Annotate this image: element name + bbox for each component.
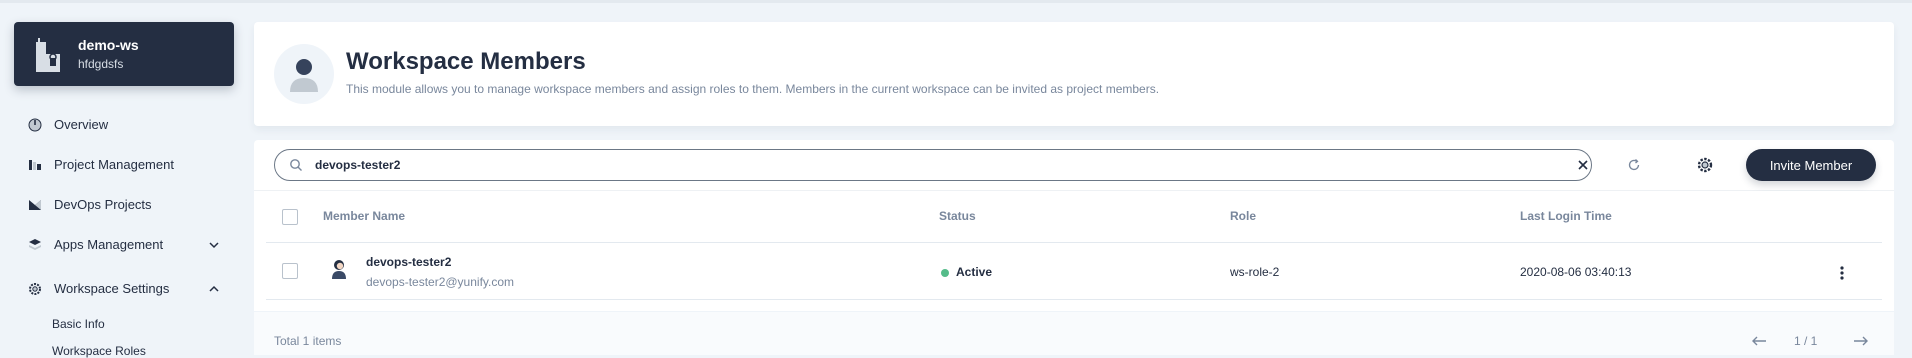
arrow-left-icon[interactable] <box>1750 334 1768 348</box>
gear-icon <box>29 283 41 295</box>
workspace-name: demo-ws <box>78 37 139 53</box>
dashboard-icon <box>28 118 42 132</box>
members-toolbar: Invite Member <box>254 140 1894 191</box>
top-divider <box>0 0 1912 3</box>
status-badge: Active <box>956 265 993 279</box>
sidebar-item-project-management[interactable]: Project Management <box>26 153 226 177</box>
sidebar-item-workspace-settings[interactable]: Workspace Settings <box>26 277 226 301</box>
row-checkbox[interactable] <box>282 263 298 279</box>
page-indicator: 1 / 1 <box>1794 334 1818 348</box>
page-title: Workspace Members <box>346 48 586 75</box>
table-footer: Total 1 items 1 / 1 <box>254 312 1894 355</box>
column-header-last-login-time[interactable]: Last Login Time <box>1520 209 1612 223</box>
total-items: Total 1 items <box>274 334 342 348</box>
workspace-card[interactable]: demo-ws hfdgdsfs <box>14 22 234 86</box>
row-divider <box>266 299 1882 300</box>
member-name[interactable]: devops-tester2 <box>366 255 451 269</box>
gear-icon[interactable] <box>1696 156 1714 174</box>
invite-member-button[interactable]: Invite Member <box>1746 149 1876 181</box>
select-all-checkbox[interactable] <box>282 209 298 225</box>
sidebar-item-apps-management[interactable]: Apps Management <box>26 233 226 257</box>
project-icon <box>29 160 41 170</box>
status-dot-icon <box>941 269 949 277</box>
sidebar-item-overview[interactable]: Overview <box>26 113 226 137</box>
member-email: devops-tester2@yunify.com <box>366 275 515 289</box>
search-input[interactable] <box>315 155 1545 175</box>
arrow-right-icon[interactable] <box>1852 334 1870 348</box>
chevron-up-icon[interactable] <box>208 283 220 295</box>
search-box[interactable] <box>274 149 1592 181</box>
devops-icon <box>29 200 41 210</box>
column-header-status[interactable]: Status <box>939 209 976 223</box>
more-vertical-icon[interactable] <box>1834 265 1850 281</box>
workspace-description: hfdgdsfs <box>78 57 124 71</box>
sidebar-item-label: Overview <box>54 117 109 132</box>
column-header-role[interactable]: Role <box>1230 209 1256 223</box>
refresh-icon[interactable] <box>1626 157 1642 173</box>
header-divider <box>266 242 1882 243</box>
member-role: ws-role-2 <box>1230 265 1280 279</box>
sidebar-item-label: Apps Management <box>54 237 164 252</box>
sidebar-item-label: DevOps Projects <box>54 197 152 212</box>
close-icon[interactable] <box>1577 159 1589 171</box>
column-header-member-name[interactable]: Member Name <box>323 209 405 223</box>
page-description: This module allows you to manage workspa… <box>346 82 1160 96</box>
sidebar-item-label: Workspace Settings <box>54 281 170 296</box>
workspace-building-icon <box>36 38 60 72</box>
avatar <box>332 260 346 279</box>
page-header: Workspace Members This module allows you… <box>254 22 1894 126</box>
sidebar-subitem-basic-info[interactable]: Basic Info <box>52 317 105 331</box>
chevron-down-icon[interactable] <box>208 239 220 251</box>
sidebar-item-devops-projects[interactable]: DevOps Projects <box>26 193 226 217</box>
sidebar-item-label: Project Management <box>54 157 174 172</box>
member-avatar-icon <box>274 44 334 104</box>
apps-icon <box>29 239 41 250</box>
last-login-time: 2020-08-06 03:40:13 <box>1520 265 1632 279</box>
sidebar-subitem-workspace-roles[interactable]: Workspace Roles <box>52 344 146 358</box>
members-table: Member Name Status Role Last Login Time … <box>254 191 1894 311</box>
search-icon <box>290 159 302 171</box>
